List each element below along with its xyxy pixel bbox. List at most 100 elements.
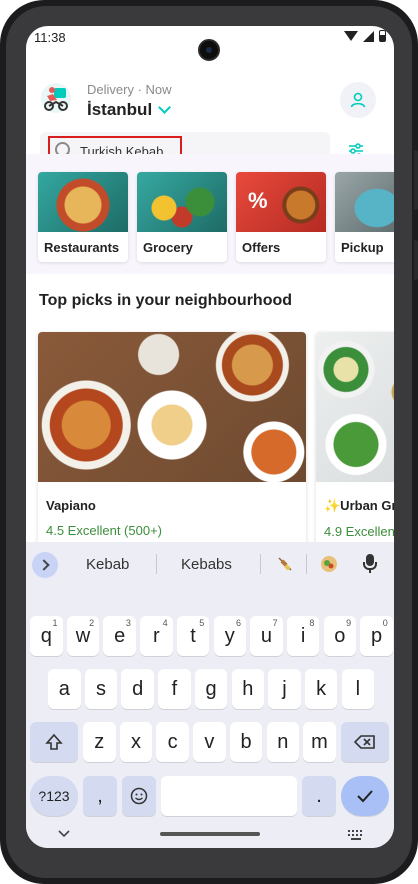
account-button[interactable] — [340, 82, 376, 118]
category-pickup[interactable]: Pickup — [335, 172, 394, 262]
key-hint: 0 — [382, 618, 388, 628]
key-letter: a — [58, 677, 70, 700]
key-letter: x — [130, 730, 141, 753]
key-c[interactable]: c — [156, 722, 189, 762]
key-r[interactable]: r4 — [140, 616, 173, 656]
battery-icon — [379, 30, 386, 42]
rider-logo-icon — [41, 83, 71, 113]
key-hint: 6 — [235, 618, 241, 628]
key-x[interactable]: x — [119, 722, 153, 762]
emoji-icon — [130, 787, 148, 805]
key-letter: s — [95, 677, 106, 700]
key-m[interactable]: m — [303, 722, 336, 762]
shift-icon — [45, 733, 63, 750]
key-i[interactable]: i8 — [286, 616, 320, 656]
key-letter: d — [132, 677, 144, 700]
key-e[interactable]: e3 — [103, 616, 136, 656]
key-letter: t — [190, 624, 196, 647]
power-button — [414, 240, 418, 280]
microphone-icon[interactable] — [363, 554, 377, 573]
key-t[interactable]: t5 — [176, 616, 210, 656]
key-d[interactable]: d — [121, 669, 154, 709]
key-letter: k — [316, 677, 327, 700]
restaurant-card-vapiano[interactable]: Vapiano 4.5 Excellent (500+) 0.7 miles a… — [38, 332, 306, 572]
city-name: İstanbul — [87, 100, 153, 119]
divider — [260, 554, 261, 574]
backspace-key[interactable] — [341, 722, 389, 762]
key-j[interactable]: j — [268, 669, 301, 709]
suggestion-2[interactable]: Kebabs — [181, 556, 232, 573]
key-p[interactable]: p0 — [360, 616, 393, 656]
category-grocery[interactable]: Grocery — [137, 172, 227, 262]
category-label: Pickup — [341, 240, 384, 255]
city-selector[interactable]: İstanbul — [87, 100, 172, 120]
key-letter: i — [300, 624, 306, 647]
key-letter: o — [334, 624, 346, 647]
key-q[interactable]: q1 — [30, 616, 63, 656]
status-time: 11:38 — [34, 30, 66, 45]
comma-key[interactable]: , — [83, 776, 117, 816]
key-letter: g — [205, 677, 217, 700]
category-strip: Restaurants Grocery % Offers Pickup — [26, 154, 394, 274]
suggestion-1[interactable]: Kebab — [86, 556, 129, 573]
key-letter: q — [40, 624, 52, 647]
symbols-key[interactable]: ?123 — [30, 776, 78, 816]
restaurant-name: Vapiano — [46, 498, 96, 513]
key-letter: u — [260, 624, 272, 647]
key-hint: 2 — [89, 618, 95, 628]
category-offers[interactable]: % Offers — [236, 172, 326, 262]
key-v[interactable]: v — [193, 722, 226, 762]
key-hint: 7 — [272, 618, 278, 628]
key-hint: 1 — [52, 618, 58, 628]
category-restaurants[interactable]: Restaurants — [38, 172, 128, 262]
key-hint: 8 — [309, 618, 315, 628]
enter-key[interactable] — [341, 776, 389, 816]
key-y[interactable]: y6 — [213, 616, 246, 656]
key-g[interactable]: g — [194, 669, 228, 709]
hide-keyboard-icon[interactable] — [58, 830, 70, 838]
key-letter: m — [311, 730, 328, 753]
shift-key[interactable] — [30, 722, 78, 762]
key-l[interactable]: l — [341, 669, 375, 709]
soft-keyboard: Kebab Kebabs ?123 , . q 1 w 2 e 3 r 4 t … — [26, 542, 394, 848]
keyboard-switch-icon[interactable] — [348, 830, 364, 840]
key-h[interactable]: h — [231, 669, 264, 709]
key-letter: p — [370, 624, 383, 647]
key-z[interactable]: z — [83, 722, 116, 762]
key-o[interactable]: o9 — [323, 616, 357, 656]
falafel-emoji-icon[interactable] — [320, 555, 338, 573]
key-letter: r — [153, 624, 160, 647]
key-letter: j — [282, 677, 287, 700]
key-letter: c — [167, 730, 178, 753]
restaurant-rating: 4.9 Excellent — [324, 524, 394, 539]
restaurant-photo — [316, 332, 394, 482]
key-s[interactable]: s — [84, 669, 118, 709]
key-w[interactable]: w2 — [66, 616, 100, 656]
key-hint: 5 — [199, 618, 205, 628]
delivery-time-label[interactable]: Delivery · Now — [87, 82, 172, 97]
key-hint: 9 — [346, 618, 352, 628]
key-hint: 4 — [162, 618, 168, 628]
key-u[interactable]: u7 — [250, 616, 283, 656]
person-icon — [350, 92, 366, 108]
restaurant-name: ✨Urban Gre — [324, 498, 394, 513]
divider — [306, 554, 307, 574]
chevron-down-icon — [158, 101, 172, 114]
gesture-bar[interactable] — [160, 832, 260, 836]
key-n[interactable]: n — [266, 722, 299, 762]
period-key[interactable]: . — [302, 776, 336, 816]
key-letter: l — [355, 677, 361, 700]
category-label: Restaurants — [44, 240, 120, 255]
expand-toolbar-button[interactable] — [32, 552, 58, 578]
key-letter: b — [240, 730, 252, 753]
key-a[interactable]: a — [48, 669, 81, 709]
volume-button — [414, 150, 418, 210]
kebab-emoji-icon[interactable] — [276, 555, 294, 573]
restaurant-card-urban-greens[interactable]: ✨Urban Gre 4.9 Excellent — [316, 332, 394, 572]
emoji-key[interactable] — [122, 776, 156, 816]
key-letter: h — [242, 677, 254, 700]
space-key[interactable] — [161, 776, 297, 816]
key-k[interactable]: k — [304, 669, 338, 709]
key-b[interactable]: b — [229, 722, 263, 762]
key-f[interactable]: f — [158, 669, 191, 709]
